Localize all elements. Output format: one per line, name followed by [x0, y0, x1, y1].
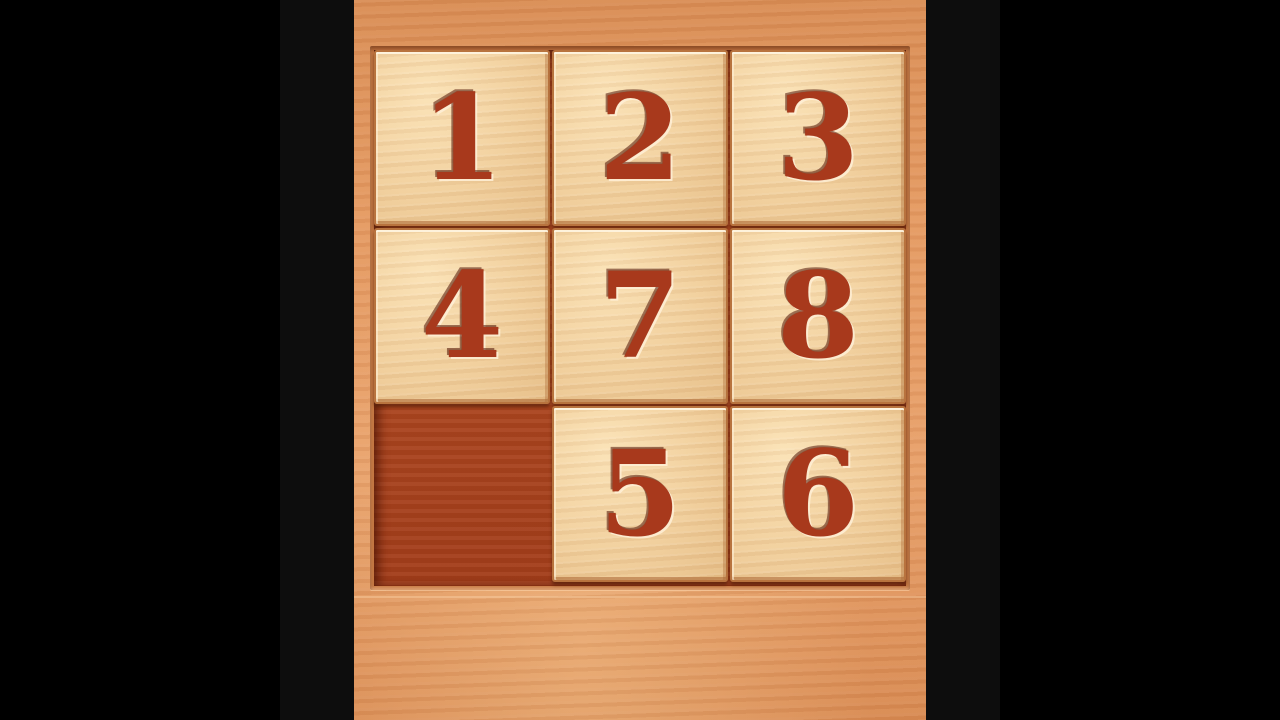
- puzzle-tile[interactable]: 8: [730, 228, 906, 404]
- tile-number: 1: [420, 68, 504, 207]
- tile-number: 2: [598, 68, 682, 207]
- puzzle-tile[interactable]: 4: [374, 228, 550, 404]
- letterbox-right: [1000, 0, 1280, 720]
- pillar-left: [280, 0, 354, 720]
- puzzle-tile[interactable]: 5: [552, 406, 728, 582]
- tile-number: 8: [776, 246, 860, 385]
- tile-number: 4: [420, 246, 504, 385]
- letterbox-left: [0, 0, 280, 720]
- puzzle-tile[interactable]: 6: [730, 406, 906, 582]
- tile-number: 6: [776, 424, 860, 563]
- tile-number: 3: [776, 68, 860, 207]
- puzzle-tile[interactable]: 3: [730, 50, 906, 226]
- puzzle-board: 1 2 3 4 7 8 5 6: [374, 50, 906, 586]
- tile-number: 5: [598, 424, 682, 563]
- pillar-right: [926, 0, 1000, 720]
- puzzle-tile[interactable]: 7: [552, 228, 728, 404]
- board-ledge: [354, 596, 926, 598]
- tile-number: 7: [598, 246, 682, 385]
- game-screen: 1 2 3 4 7 8 5 6: [354, 0, 926, 720]
- puzzle-tile[interactable]: 1: [374, 50, 550, 226]
- empty-slot[interactable]: [374, 406, 550, 582]
- puzzle-tile[interactable]: 2: [552, 50, 728, 226]
